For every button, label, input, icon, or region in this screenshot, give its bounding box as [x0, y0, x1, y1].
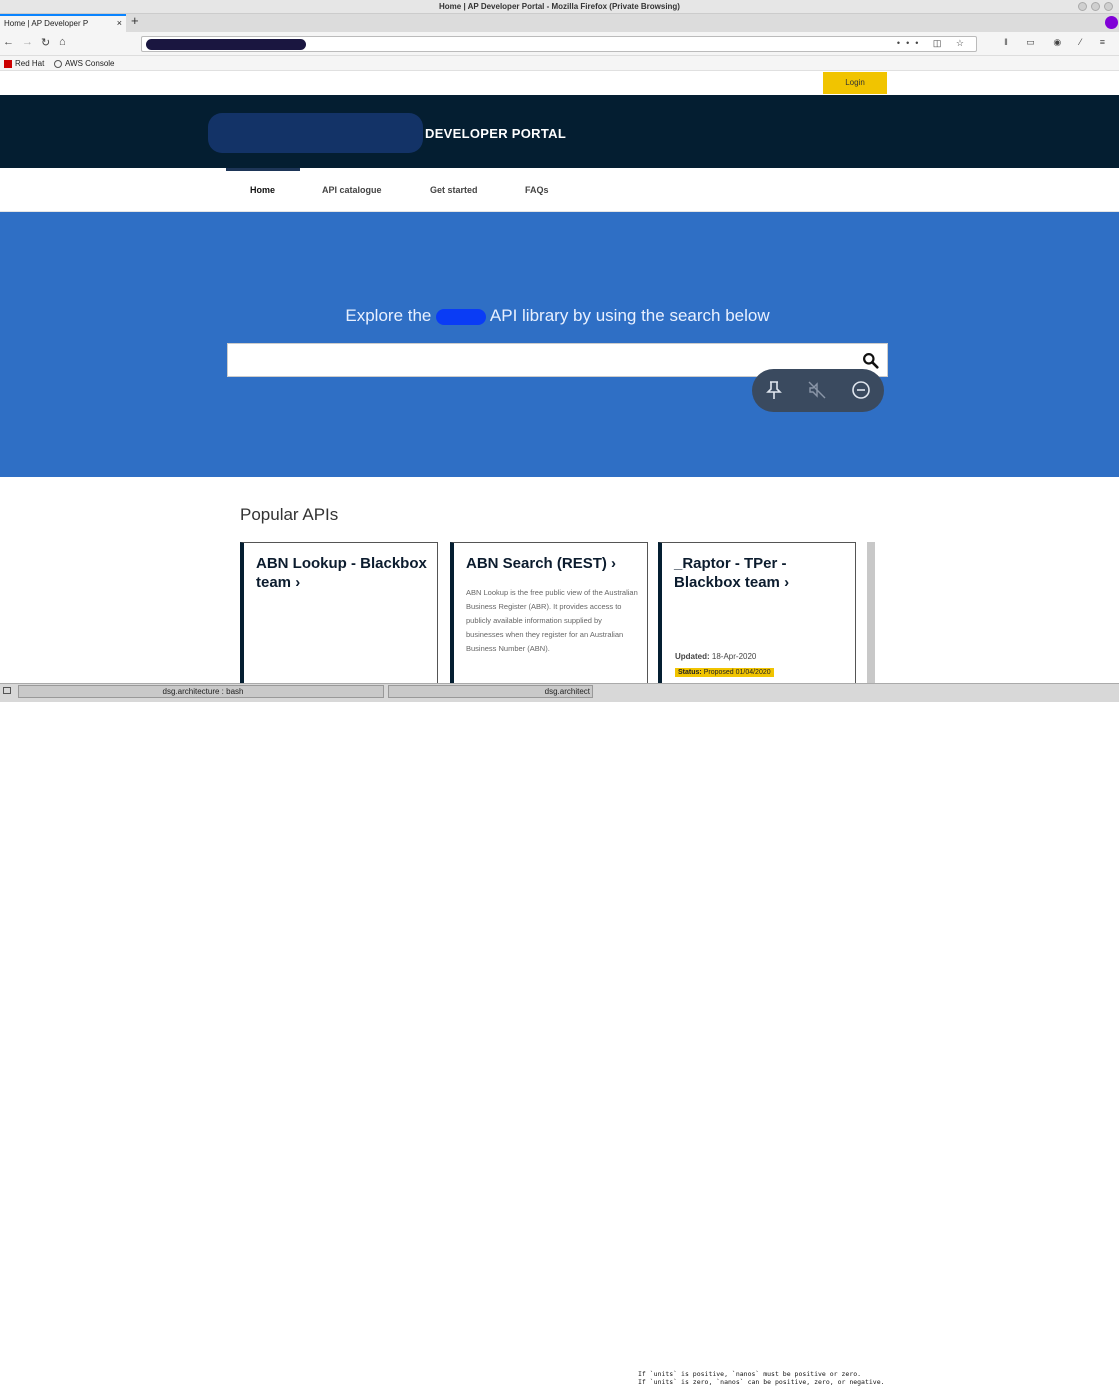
mute-icon[interactable] [807, 380, 827, 400]
nav-home[interactable]: Home [250, 185, 275, 195]
api-card-abn-lookup[interactable]: ABN Lookup - Blackbox team › [240, 542, 438, 683]
bookmark-red-hat[interactable]: Red Hat [4, 59, 44, 68]
taskbar-task-second[interactable]: dsg.architect [388, 685, 593, 698]
home-icon[interactable]: ⌂ [59, 36, 66, 48]
media-overlay-controls [752, 369, 884, 412]
terminal-icon [3, 687, 11, 694]
url-bar[interactable]: ••• ◫ ☆ [141, 36, 977, 52]
page-actions-icon[interactable]: ••• [897, 38, 924, 48]
web-page: Login DEVELOPER PORTAL Home API catalogu… [0, 71, 1119, 683]
card-title[interactable]: ABN Lookup - Blackbox team › [256, 554, 436, 592]
window-title: Home | AP Developer Portal - Mozilla Fir… [439, 2, 680, 11]
close-window-button[interactable] [1104, 2, 1113, 11]
redhat-icon [4, 59, 12, 68]
nav-api-catalogue[interactable]: API catalogue [322, 185, 382, 195]
card-title[interactable]: ABN Search (REST) › [466, 554, 646, 573]
bookmark-star-icon[interactable]: ☆ [956, 38, 970, 48]
private-browsing-icon [1105, 16, 1118, 29]
chevron-right-icon: › [295, 574, 301, 591]
browser-tab-active[interactable]: Home | AP Developer P × [0, 14, 126, 32]
pin-icon[interactable] [764, 380, 784, 400]
window-titlebar: Home | AP Developer Portal - Mozilla Fir… [0, 0, 1119, 14]
status-badge: Status: Proposed 01/04/2020 [675, 668, 774, 677]
hero-redaction [436, 308, 487, 325]
library-icon[interactable]: ‖ [1004, 37, 1016, 47]
portal-title: DEVELOPER PORTAL [425, 126, 567, 141]
bookmarks-bar: Red Hat AWS Console [0, 56, 1119, 71]
sync-icon[interactable]: ⁄ [1080, 37, 1090, 47]
forward-icon[interactable]: → [22, 36, 33, 48]
bookmark-aws-console[interactable]: AWS Console [54, 59, 115, 68]
taskbar-task-bash[interactable]: dsg.architecture : bash [18, 685, 384, 698]
hero-heading: Explore the API library by using the sea… [345, 306, 770, 325]
toolbar-right-icons: ‖ ▭ ◉ ⁄ ≡ [1004, 37, 1113, 48]
url-redaction [146, 39, 306, 50]
main-nav: Home API catalogue Get started FAQs [0, 168, 1119, 212]
api-card-raptor[interactable]: _Raptor - TPer - Blackbox team › Updated… [658, 542, 856, 683]
popular-apis-heading: Popular APIs [240, 505, 339, 524]
top-utility-bar: Login [0, 71, 1119, 95]
tab-close-icon[interactable]: × [117, 16, 122, 31]
card-description: ABN Lookup is the free public view of th… [466, 588, 638, 653]
carousel-edge [867, 542, 875, 683]
tab-bar: Home | AP Developer P × + [0, 13, 1119, 32]
card-updated: Updated: 18-Apr-2020 [675, 652, 757, 661]
nav-get-started[interactable]: Get started [430, 185, 478, 195]
login-button[interactable]: Login [823, 72, 887, 94]
search-icon[interactable] [862, 352, 879, 369]
back-icon[interactable]: ← [3, 36, 14, 48]
url-actions: ••• ◫ ☆ [897, 38, 970, 49]
extension-icon[interactable]: ◉ [1053, 37, 1069, 47]
sidebar-icon[interactable]: ▭ [1026, 37, 1043, 47]
globe-icon [54, 59, 62, 68]
card-title[interactable]: _Raptor - TPer - Blackbox team › [674, 554, 854, 592]
reload-icon[interactable]: ↻ [41, 36, 50, 49]
window-controls [1078, 2, 1113, 11]
header-banner: DEVELOPER PORTAL [0, 95, 1119, 168]
logo-redaction [208, 113, 423, 153]
menu-icon[interactable]: ≡ [1100, 37, 1113, 47]
os-taskbar: dsg.architecture : bash dsg.architect If… [0, 683, 1119, 1386]
chevron-right-icon: › [611, 555, 617, 572]
active-nav-indicator [226, 168, 300, 171]
browser-toolbar: ← → ↻ ⌂ ••• ◫ ☆ ‖ ▭ ◉ ⁄ ≡ [0, 32, 1119, 56]
minimize-button[interactable] [1078, 2, 1087, 11]
terminal-output: If `units` is positive, `nanos` must be … [593, 1367, 1119, 1386]
maximize-button[interactable] [1091, 2, 1100, 11]
hero-section: Explore the API library by using the sea… [0, 212, 1119, 477]
pocket-icon[interactable]: ◫ [933, 38, 948, 48]
nav-faqs[interactable]: FAQs [525, 185, 549, 195]
chevron-right-icon: › [784, 574, 790, 591]
tab-title: Home | AP Developer P [4, 19, 89, 28]
api-card-abn-search[interactable]: ABN Search (REST) › ABN Lookup is the fr… [450, 542, 648, 683]
new-tab-button[interactable]: + [131, 13, 139, 28]
minus-circle-icon[interactable] [851, 380, 871, 400]
